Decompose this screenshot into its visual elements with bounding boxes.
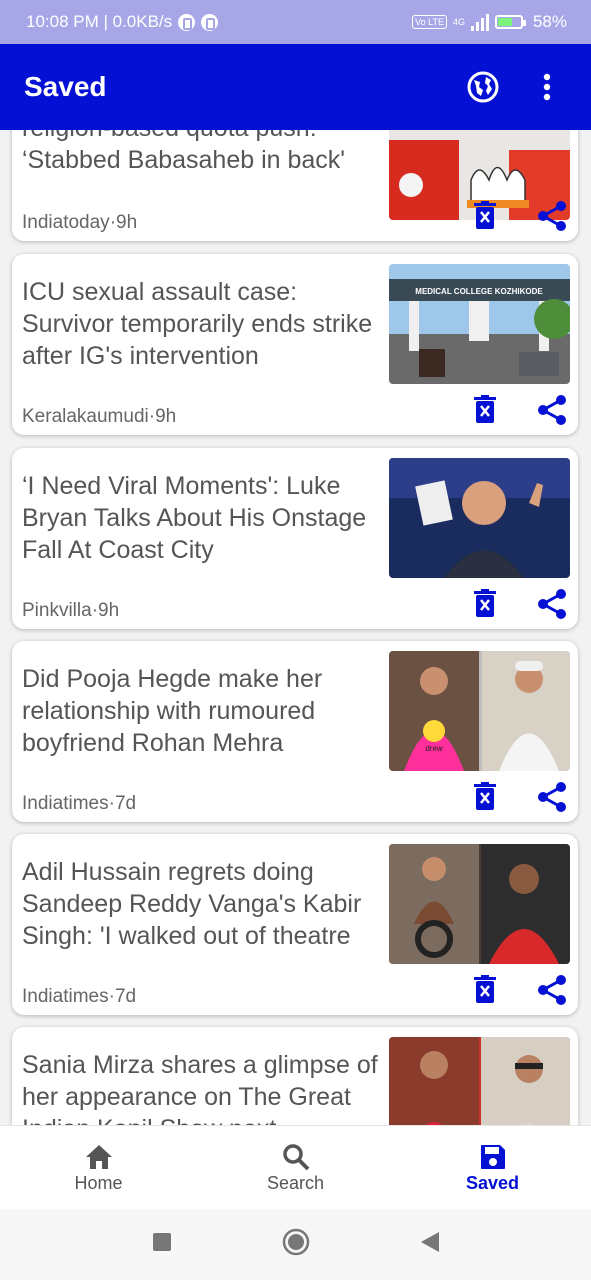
article-source: Indiatimes: [22, 793, 109, 814]
nav-saved-label: Saved: [465, 1172, 520, 1193]
article-age: 7d: [114, 793, 137, 814]
delete-icon: [474, 589, 496, 617]
saved-list[interactable]: religion-based quota push: ‘Stabbed Baba…: [0, 130, 591, 1125]
app-bar: Saved: [0, 44, 591, 130]
delete-button[interactable]: [470, 779, 500, 813]
college-sign-text: MEDICAL COLLEGE KOZHIKODE: [415, 287, 543, 296]
article-source: Indiatimes: [22, 986, 109, 1007]
article-thumbnail: drew: [389, 651, 570, 771]
article-card[interactable]: Did Pooja Hegde make her relationship wi…: [12, 641, 578, 822]
article-thumbnail: [389, 1037, 570, 1125]
share-icon: [538, 395, 566, 425]
delete-icon: [474, 395, 496, 423]
delete-icon: [474, 201, 496, 229]
nav-search[interactable]: Search: [197, 1126, 394, 1210]
recents-button[interactable]: [152, 1232, 172, 1257]
article-thumbnail: [389, 458, 570, 578]
back-triangle-icon: [420, 1232, 439, 1252]
nav-saved[interactable]: Saved: [394, 1126, 591, 1210]
network-type: 4G: [452, 17, 465, 27]
article-title: ‘I Need Viral Moments': Luke Bryan Talks…: [22, 472, 367, 564]
article-title: Adil Hussain regrets doing Sandeep Reddy…: [22, 858, 362, 950]
delete-button[interactable]: [470, 586, 500, 620]
share-icon: [538, 975, 566, 1005]
system-navigation-bar: [0, 1209, 591, 1280]
article-age: 7d: [114, 986, 137, 1007]
share-icon: [538, 589, 566, 619]
article-source: Pinkvilla: [22, 600, 92, 621]
battery-level: 58%: [532, 12, 567, 31]
article-source: Indiatoday: [22, 212, 110, 233]
delete-icon: [474, 782, 496, 810]
notification-icon-2: [201, 13, 219, 31]
article-age: 9h: [155, 406, 177, 427]
overflow-menu-button[interactable]: [527, 67, 567, 107]
article-card[interactable]: Adil Hussain regrets doing Sandeep Reddy…: [12, 834, 578, 1015]
article-title: Sania Mirza shares a glimpse of her appe…: [22, 1051, 378, 1125]
share-button[interactable]: [536, 781, 568, 813]
status-left: 10:08 PM | 0.0KB/s: [26, 12, 219, 32]
nav-home[interactable]: Home: [0, 1126, 197, 1210]
article-age: 9h: [116, 212, 138, 233]
more-vert-icon: [543, 73, 551, 101]
status-bar: 10:08 PM | 0.0KB/s Vo LTE 4G 58%: [0, 0, 591, 44]
share-button[interactable]: [536, 200, 568, 232]
article-thumbnail: [389, 844, 570, 964]
battery-icon: [494, 15, 526, 29]
share-icon: [538, 782, 566, 812]
article-title: religion-based quota push: ‘Stabbed Baba…: [22, 130, 346, 174]
nav-search-label: Search: [266, 1172, 325, 1193]
home-system-button[interactable]: [282, 1228, 310, 1261]
article-card[interactable]: religion-based quota push: ‘Stabbed Baba…: [12, 130, 578, 241]
article-title: Did Pooja Hegde make her relationship wi…: [22, 665, 323, 757]
share-button[interactable]: [536, 394, 568, 426]
article-meta: Indiatimes·7d: [22, 986, 136, 1008]
article-source: Keralakaumudi: [22, 406, 149, 427]
tshirt-text: drew: [425, 744, 443, 753]
article-card[interactable]: ‘I Need Viral Moments': Luke Bryan Talks…: [12, 448, 578, 629]
article-meta: Keralakaumudi·9h: [22, 406, 176, 428]
article-meta: Indiatoday·9h: [22, 212, 137, 234]
bottom-navigation: Home Search Saved: [0, 1125, 591, 1210]
share-button[interactable]: [536, 588, 568, 620]
share-icon: [538, 201, 566, 231]
article-card[interactable]: ICU sexual assault case: Survivor tempor…: [12, 254, 578, 435]
square-icon: [152, 1233, 171, 1251]
page-title: Saved: [24, 71, 107, 102]
status-right: Vo LTE 4G 58%: [412, 12, 567, 32]
delete-button[interactable]: [470, 198, 500, 232]
share-button[interactable]: [536, 974, 568, 1006]
language-button[interactable]: [463, 67, 503, 107]
delete-icon: [474, 975, 496, 1003]
article-card[interactable]: Sania Mirza shares a glimpse of her appe…: [12, 1027, 578, 1125]
article-age: 9h: [98, 600, 120, 621]
delete-button[interactable]: [470, 972, 500, 1006]
article-thumbnail: MEDICAL COLLEGE KOZHIKODE: [389, 264, 570, 384]
circle-icon: [282, 1228, 309, 1256]
home-icon: [85, 1144, 112, 1169]
status-time: 10:08 PM | 0.0KB/s: [26, 12, 173, 31]
delete-button[interactable]: [470, 392, 500, 426]
volte-icon: Vo LTE: [412, 15, 447, 29]
back-button[interactable]: [420, 1231, 440, 1258]
article-meta: Indiatimes·7d: [22, 793, 136, 815]
save-icon: [480, 1144, 505, 1169]
notification-icon: [178, 13, 196, 31]
nav-home-label: Home: [74, 1172, 123, 1193]
article-meta: Pinkvilla·9h: [22, 600, 119, 622]
globe-icon: [467, 71, 499, 103]
search-icon: [282, 1143, 309, 1170]
article-title: ICU sexual assault case: Survivor tempor…: [22, 278, 373, 370]
signal-icon: [470, 13, 489, 31]
